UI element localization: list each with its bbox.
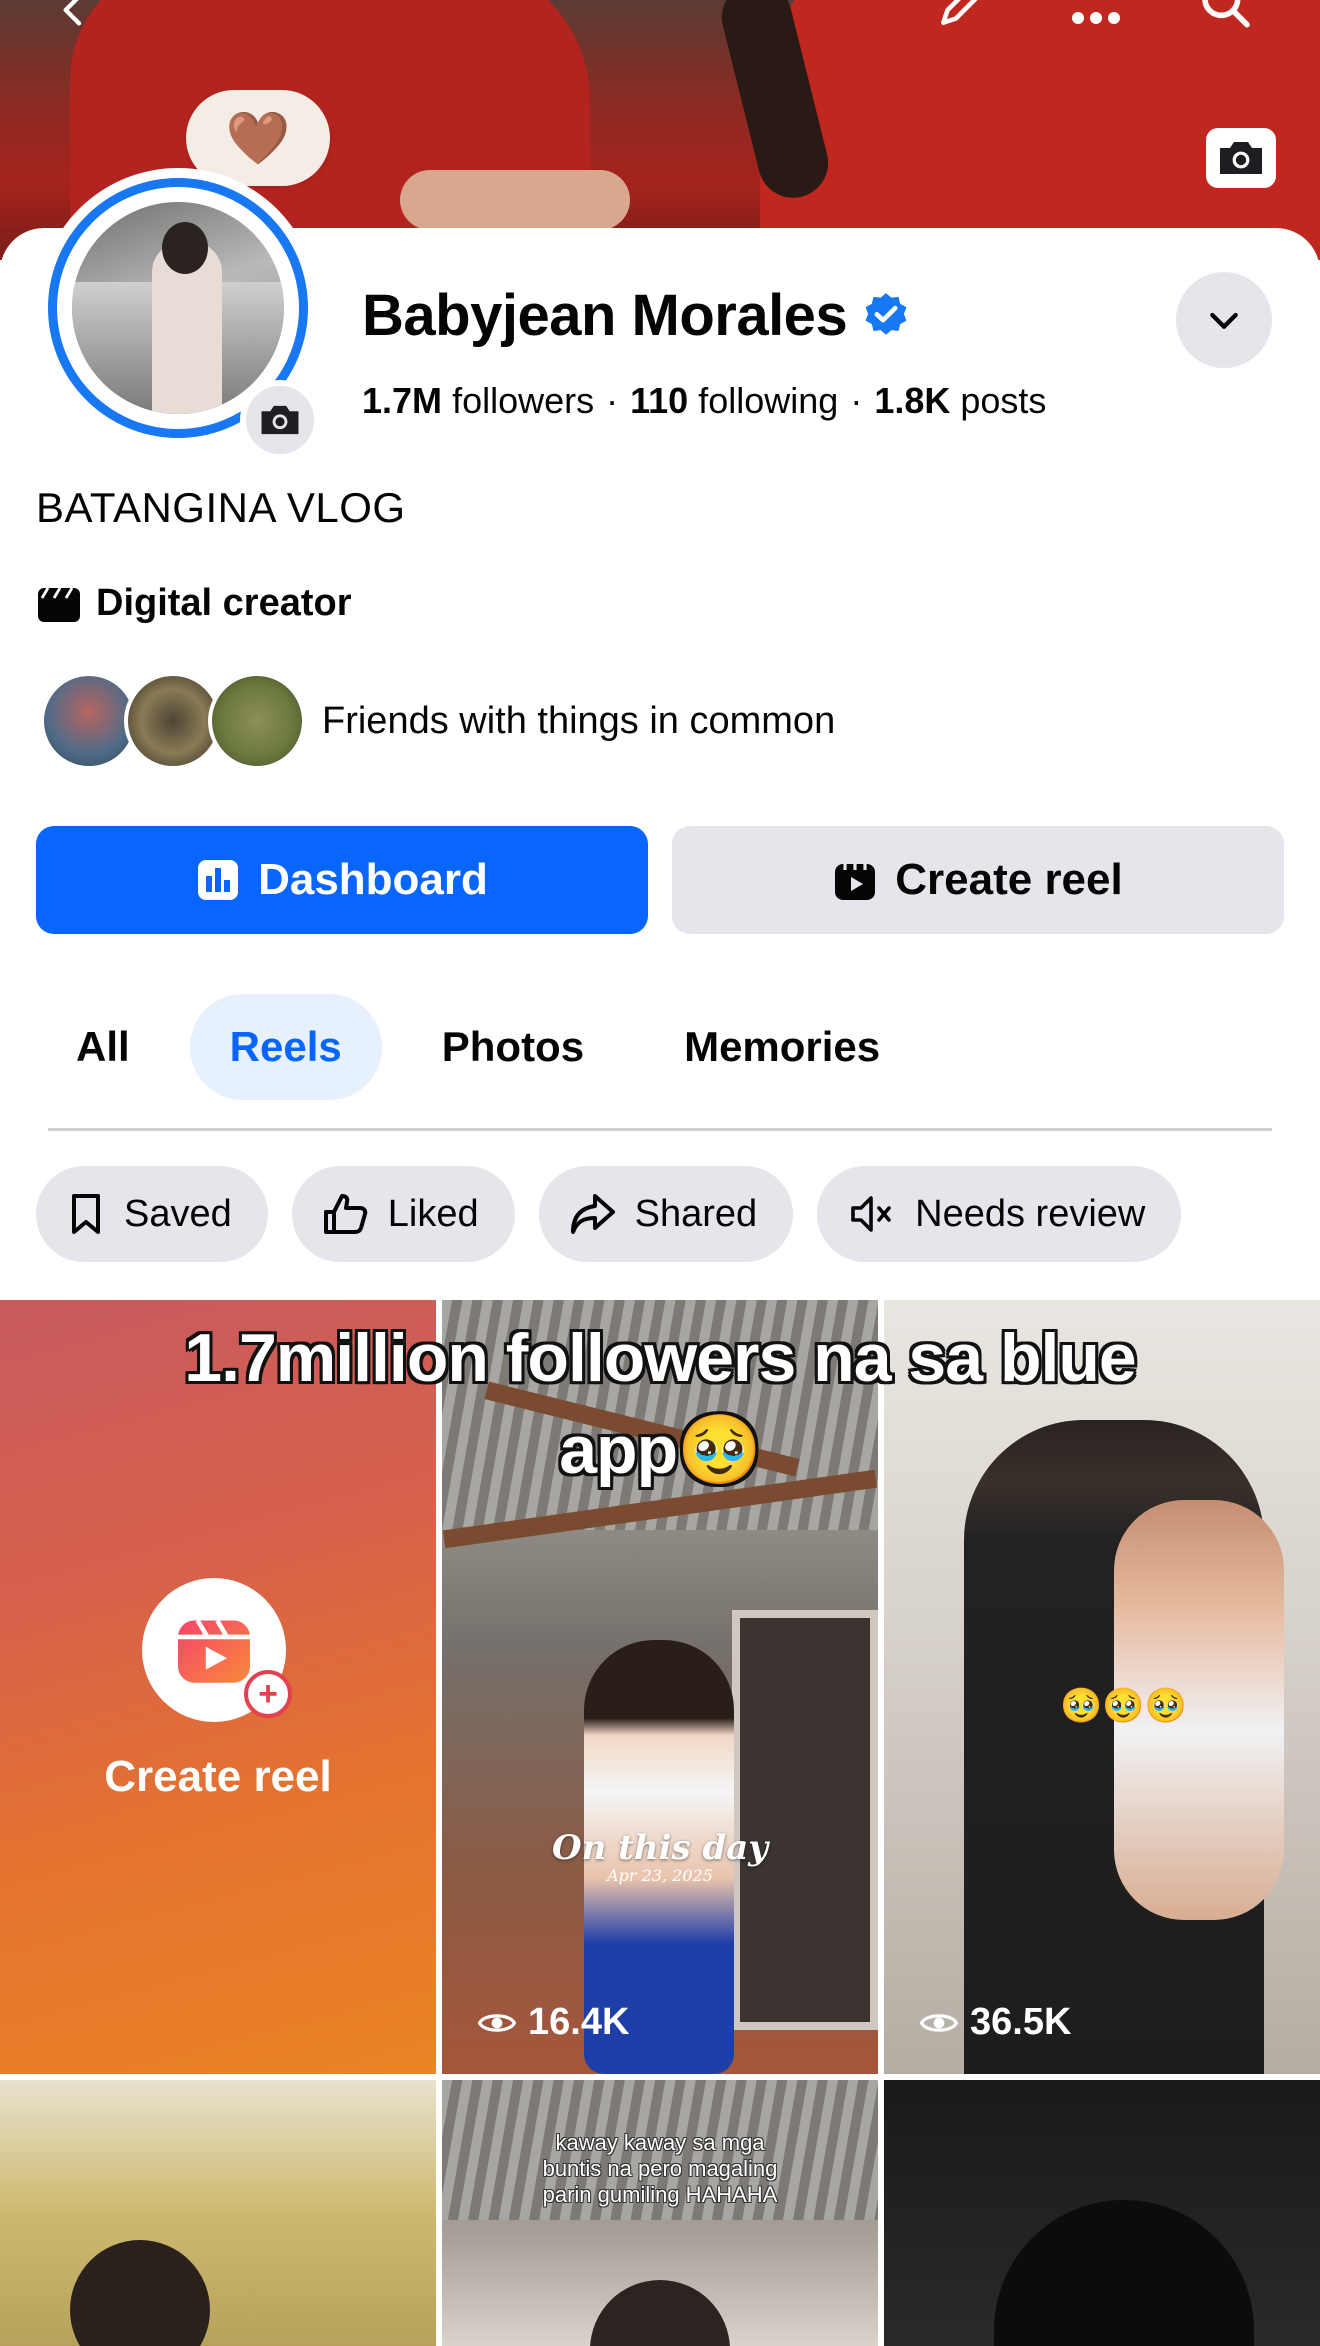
back-button[interactable] bbox=[44, 0, 104, 40]
create-reel-label: Create reel bbox=[895, 855, 1123, 904]
reels-logo-icon bbox=[178, 1619, 250, 1683]
clapperboard-icon bbox=[38, 586, 80, 622]
thumbnail-person bbox=[70, 2240, 210, 2346]
create-reel-tile-label: Create reel bbox=[104, 1752, 332, 1801]
reel-icon bbox=[835, 864, 876, 900]
chip-label: Needs review bbox=[915, 1192, 1146, 1235]
filter-shared[interactable]: Shared bbox=[538, 1166, 794, 1262]
camera-icon bbox=[261, 405, 299, 435]
category-label: Digital creator bbox=[96, 582, 352, 624]
posts-link[interactable]: 1.8K posts bbox=[874, 380, 1046, 421]
dashboard-button[interactable]: Dashboard bbox=[36, 826, 648, 934]
thumbnail-caption-line: parin gumiling HAHAHA bbox=[542, 2182, 778, 2207]
followers-link[interactable]: 1.7M followers bbox=[362, 380, 594, 421]
pencil-icon bbox=[941, 0, 978, 25]
stats-separator: · bbox=[850, 380, 863, 421]
dashboard-label: Dashboard bbox=[258, 855, 488, 904]
filter-needs-review[interactable]: Needs review bbox=[817, 1166, 1182, 1262]
chevron-left-icon bbox=[63, 0, 82, 26]
following-label: following bbox=[698, 380, 839, 421]
tab-reels[interactable]: Reels bbox=[189, 994, 382, 1100]
view-count-value: 36.5K bbox=[970, 2001, 1072, 2043]
search-icon bbox=[1202, 0, 1250, 28]
chip-label: Liked bbox=[387, 1192, 479, 1235]
camera-icon bbox=[1220, 142, 1262, 174]
tab-all[interactable]: All bbox=[36, 994, 170, 1100]
profile-bio: BATANGINA VLOG bbox=[36, 484, 406, 531]
tab-label: Photos bbox=[441, 1023, 585, 1070]
followers-label: followers bbox=[452, 380, 595, 421]
on-this-day-title: On this day bbox=[551, 1828, 769, 1868]
thumbnail-emoji: 🥹🥹🥹 bbox=[1060, 1687, 1188, 1725]
thumbnail-door bbox=[732, 1610, 878, 2030]
followers-count: 1.7M bbox=[362, 380, 443, 421]
overlay-caption: 1.7million followers na sa blue app🥹 bbox=[0, 1312, 1320, 1496]
reel-filter-chips: Saved Liked Shared Needs review bbox=[36, 1166, 1182, 1262]
dashboard-chart-icon bbox=[198, 860, 239, 900]
tab-photos[interactable]: Photos bbox=[402, 994, 624, 1100]
note-emoji: 🤎 bbox=[225, 109, 291, 168]
share-arrow-icon bbox=[570, 1194, 615, 1234]
view-count: 36.5K bbox=[920, 2001, 1071, 2044]
view-count: 16.4K bbox=[478, 2001, 629, 2044]
tab-label: Reels bbox=[229, 1023, 342, 1070]
chevron-down-icon bbox=[1210, 312, 1238, 329]
thumbs-up-icon bbox=[323, 1194, 367, 1234]
bookmark-icon bbox=[72, 1194, 100, 1234]
tab-label: All bbox=[76, 1023, 130, 1070]
tab-label: Memories bbox=[684, 1023, 881, 1070]
stats-separator: · bbox=[606, 380, 619, 421]
edit-profile-picture-button[interactable] bbox=[240, 380, 320, 460]
following-count: 110 bbox=[630, 380, 689, 421]
profile-menu-button[interactable] bbox=[1176, 272, 1272, 368]
filter-saved[interactable]: Saved bbox=[36, 1166, 268, 1262]
posts-count: 1.8K bbox=[874, 380, 951, 421]
thumbnail-caption-line: buntis na pero magaling bbox=[542, 2156, 778, 2181]
thumbnail-caption: kaway kaway sa mga buntis na pero magali… bbox=[442, 2130, 878, 2208]
chip-label: Shared bbox=[634, 1192, 758, 1235]
divider bbox=[48, 1128, 1272, 1131]
mutual-friends-row[interactable]: Friends with things in common bbox=[40, 672, 835, 770]
cover-hand bbox=[400, 170, 630, 230]
friend-avatar bbox=[208, 672, 306, 770]
following-link[interactable]: 110 following bbox=[630, 380, 838, 421]
overlay-caption-line: app🥹 bbox=[559, 1412, 762, 1488]
view-count-value: 16.4K bbox=[528, 2001, 630, 2043]
thumbnail-person bbox=[590, 2280, 730, 2346]
search-button[interactable] bbox=[1196, 0, 1256, 36]
avatar bbox=[72, 202, 284, 414]
edit-cover-photo-button[interactable] bbox=[1206, 128, 1276, 188]
muted-speaker-icon bbox=[851, 1196, 891, 1232]
verified-badge-icon bbox=[865, 292, 907, 335]
profile-tabs: All Reels Photos Memories bbox=[36, 994, 940, 1100]
thumbnail-person bbox=[994, 2200, 1254, 2346]
friends-label: Friends with things in common bbox=[322, 699, 836, 742]
reel-thumbnail[interactable] bbox=[884, 2080, 1320, 2346]
eye-icon bbox=[920, 2013, 958, 2032]
avatar-head bbox=[162, 222, 208, 274]
more-dots-icon bbox=[1072, 12, 1120, 24]
reel-thumbnail[interactable] bbox=[0, 2080, 436, 2346]
edit-button[interactable] bbox=[930, 0, 990, 36]
more-options-button[interactable] bbox=[1066, 0, 1126, 36]
on-this-day-date: Apr 23, 2025 bbox=[607, 1866, 713, 1885]
reel-thumbnail[interactable]: kaway kaway sa mga buntis na pero magali… bbox=[442, 2080, 878, 2346]
create-reel-button[interactable]: Create reel bbox=[672, 826, 1284, 934]
thumbnail-caption-line: kaway kaway sa mga bbox=[555, 2130, 765, 2155]
overlay-caption-line: 1.7million followers na sa blue bbox=[184, 1320, 1136, 1396]
profile-stats: 1.7M followers · 110 following · 1.8K posts bbox=[362, 380, 1046, 422]
posts-label: posts bbox=[960, 380, 1047, 421]
eye-icon bbox=[478, 2013, 516, 2032]
filter-liked[interactable]: Liked bbox=[291, 1166, 515, 1262]
profile-name-row: Babyjean Morales bbox=[362, 282, 911, 349]
chip-label: Saved bbox=[124, 1192, 232, 1235]
tab-memories[interactable]: Memories bbox=[644, 994, 920, 1100]
add-icon: + bbox=[244, 1670, 292, 1718]
profile-category: Digital creator bbox=[36, 582, 352, 625]
profile-name: Babyjean Morales bbox=[362, 283, 848, 348]
